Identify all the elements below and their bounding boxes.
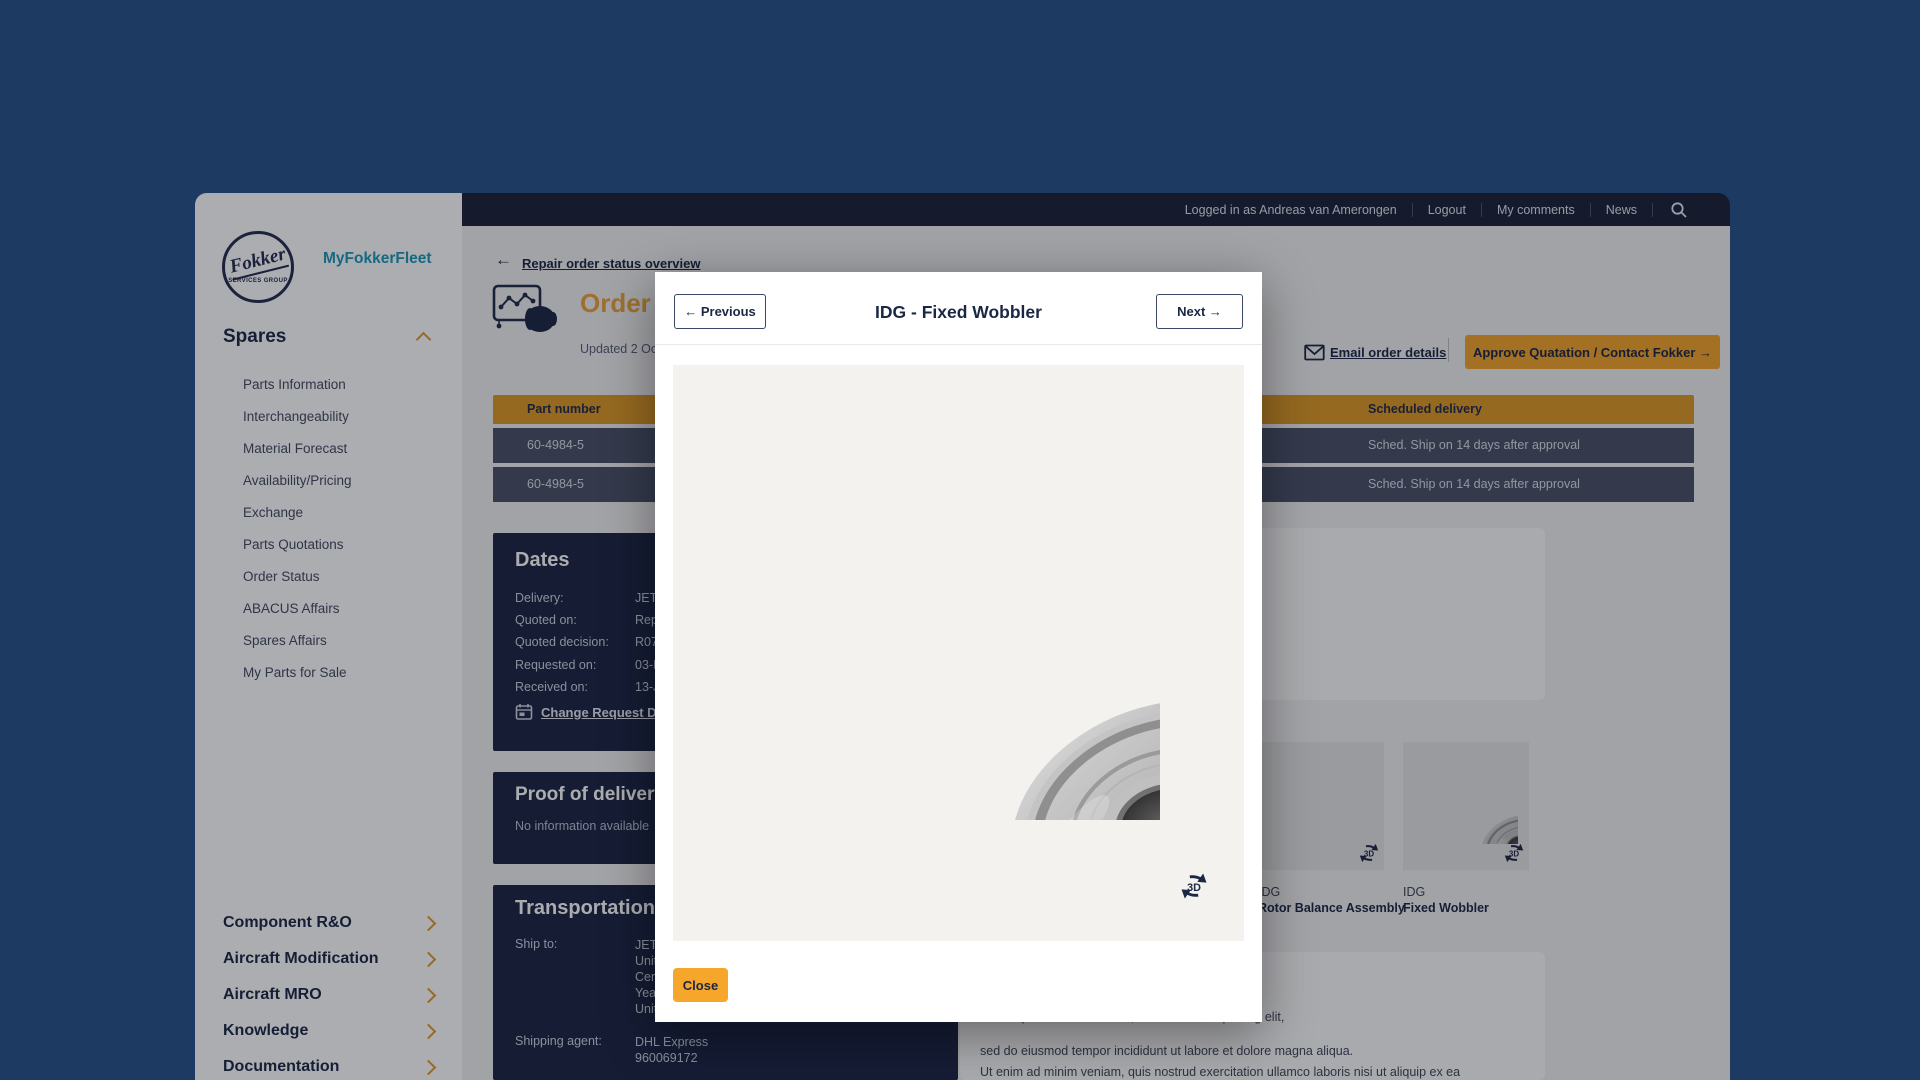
part-image-frame[interactable] [673, 365, 1244, 941]
3d-rotate-icon [1179, 870, 1209, 902]
divider [655, 344, 1262, 345]
part-viewer-modal: ← Previous IDG - Fixed Wobbler Next → Cl… [655, 272, 1262, 1022]
bearing-image[interactable] [740, 460, 1160, 820]
next-button[interactable]: Next → [1156, 294, 1243, 329]
screen: R8ZZ CHINA 3D Fokker SERVICES GROUP MyFo… [0, 0, 1920, 1080]
close-button[interactable]: Close [673, 968, 728, 1002]
